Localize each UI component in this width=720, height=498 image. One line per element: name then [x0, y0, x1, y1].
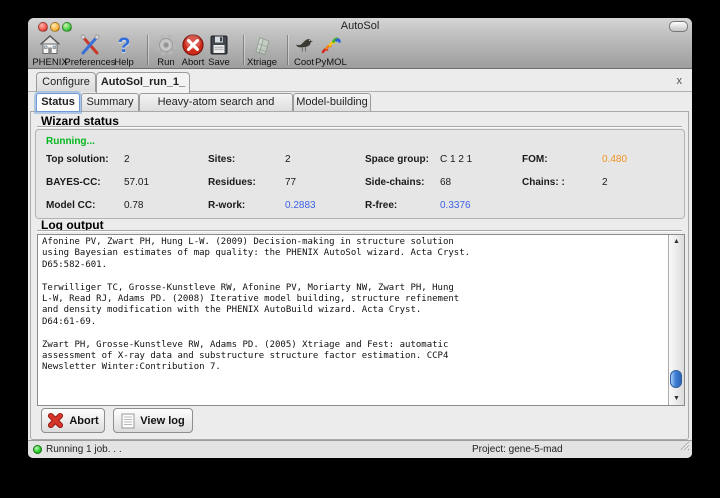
toolbar-label: Save	[202, 57, 236, 68]
log-scrollbar[interactable]: ▲ ▼	[668, 235, 684, 405]
heading-rule	[37, 126, 682, 128]
field-label: Side-chains:	[365, 177, 424, 188]
toolbar-label: Xtriage	[234, 57, 290, 68]
field-value: 2	[602, 177, 608, 188]
tab-summary[interactable]: Summary	[81, 93, 139, 112]
field-value: C 1 2 1	[440, 154, 472, 165]
field-label: Top solution:	[46, 154, 109, 165]
tab-label: Status	[41, 96, 75, 108]
status-page: Wizard status Running... Top solution: 2…	[30, 111, 689, 440]
field-label: BAYES-CC:	[46, 177, 101, 188]
view-log-button-label: View log	[140, 415, 184, 427]
field-label: Model CC:	[46, 200, 95, 211]
status-bar: Running 1 job. . . Project: gene-5-mad	[28, 440, 692, 458]
tab-label: AutoSol_run_1_	[101, 76, 185, 88]
log-text: Afonine PV, Zwart PH, Hung L-W. (2009) D…	[38, 235, 684, 376]
wizard-row: BAYES-CC: 57.01 Residues: 77 Side-chains…	[36, 177, 684, 191]
field-value: 77	[285, 177, 296, 188]
field-value: 68	[440, 177, 451, 188]
field-label: Residues:	[208, 177, 256, 188]
wizard-row: Model CC: 0.78 R-work: 0.2883 R-free: 0.…	[36, 200, 684, 214]
field-value: 2	[124, 154, 130, 165]
ribbon-icon	[311, 32, 351, 57]
project-label: Project: gene-5-mad	[472, 444, 563, 455]
field-value: 0.78	[124, 200, 143, 211]
wizard-row: Top solution: 2 Sites: 2 Space group: C …	[36, 154, 684, 168]
tab-label: Model-building	[296, 96, 368, 108]
toolbar-button-pymol[interactable]: PyMOL	[311, 32, 351, 68]
question-icon: ?	[104, 32, 144, 57]
abort-x-icon	[47, 412, 64, 429]
tab-autosol-run-1[interactable]: AutoSol_run_1_	[96, 72, 190, 93]
field-value: 57.01	[124, 177, 149, 188]
toolbar-button-xtriage[interactable]: Xtriage	[234, 32, 290, 68]
abort-button[interactable]: Abort	[41, 408, 105, 433]
scroll-down-icon[interactable]: ▼	[669, 392, 684, 405]
field-value: 0.3376	[440, 200, 471, 211]
title-bar: AutoSol PHENIX	[28, 18, 692, 69]
field-label: Space group:	[365, 154, 429, 165]
tab-label: Configure	[42, 76, 90, 88]
heading-rule	[37, 230, 682, 232]
scrollbar-thumb[interactable]	[670, 370, 682, 388]
field-label: Chains: :	[522, 177, 565, 188]
field-value: 0.2883	[285, 200, 316, 211]
toolbar-button-save[interactable]: Save	[202, 32, 236, 68]
wizard-status-panel: Running... Top solution: 2 Sites: 2 Spac…	[35, 129, 685, 219]
status-bar-message: Running 1 job. . .	[46, 444, 122, 455]
field-value: 2	[285, 154, 291, 165]
tab-configure[interactable]: Configure	[36, 72, 96, 92]
floppy-icon	[202, 32, 236, 57]
field-value: 0.480	[602, 154, 627, 165]
autosol-window: AutoSol PHENIX	[28, 18, 692, 458]
toolbar-button-help[interactable]: ? Help	[104, 32, 144, 68]
abort-button-label: Abort	[69, 415, 98, 427]
tab-model-building[interactable]: Model-building	[293, 93, 371, 112]
tab-label: Summary	[86, 96, 133, 108]
field-label: Sites:	[208, 154, 235, 165]
tab-status[interactable]: Status	[36, 93, 80, 112]
document-icon	[121, 413, 135, 429]
window-title: AutoSol	[28, 20, 692, 32]
toolbar-label: Help	[104, 57, 144, 68]
toolbar-toggle-button[interactable]	[669, 21, 688, 32]
tab-heavy-atom-search[interactable]: Heavy-atom search and phasing	[139, 93, 293, 112]
running-status-text: Running...	[46, 136, 95, 147]
toolbar-label: PyMOL	[311, 57, 351, 68]
scroll-up-icon[interactable]: ▲	[669, 235, 684, 248]
field-label: R-free:	[365, 200, 397, 211]
resize-grip[interactable]	[679, 438, 690, 456]
running-led-icon	[33, 445, 42, 454]
view-log-button[interactable]: View log	[113, 408, 193, 433]
field-label: FOM:	[522, 154, 548, 165]
close-tab-icon[interactable]: x	[677, 75, 683, 87]
log-output-area[interactable]: Afonine PV, Zwart PH, Hung L-W. (2009) D…	[37, 234, 685, 406]
field-label: R-work:	[208, 200, 245, 211]
crystal-icon	[234, 32, 290, 57]
